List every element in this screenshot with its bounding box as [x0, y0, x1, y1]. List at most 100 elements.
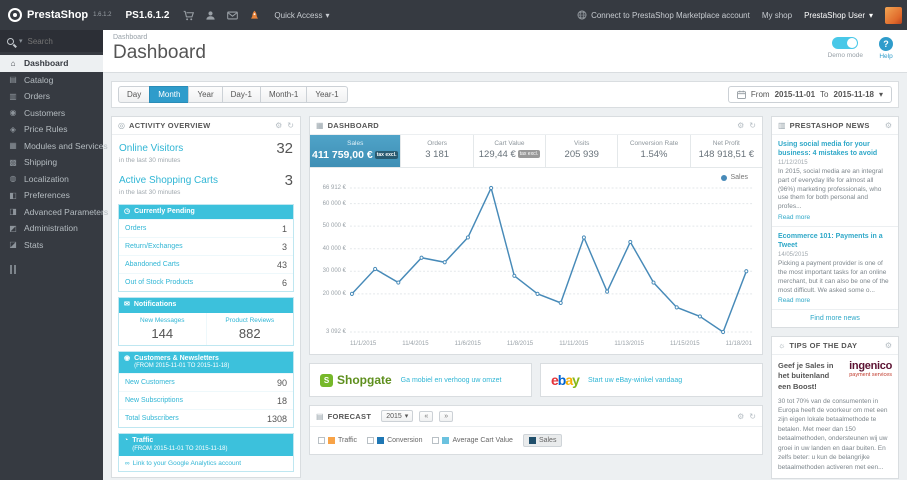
filter-month-1-button[interactable]: Month-1 — [259, 86, 308, 103]
kpi-cart-value[interactable]: Cart Value 129,44 € tax excl. — [474, 135, 547, 167]
ingenico-logo[interactable]: ingenico payment services — [849, 361, 892, 391]
sidebar-item-shipping[interactable]: ▩ Shipping — [0, 154, 103, 171]
online-visitors-link[interactable]: Online Visitors — [119, 143, 183, 154]
filter-year-button[interactable]: Year — [188, 86, 223, 103]
new-messages-label: New Messages — [140, 316, 185, 324]
forecast-legend-traffic[interactable]: Traffic — [318, 437, 357, 444]
rocket-icon[interactable] — [249, 10, 260, 21]
news-panel-title: PRESTASHOP NEWS — [789, 121, 870, 130]
shopgate-promo[interactable]: S Shopgate Ga mobiel en verhoog uw omzet — [309, 363, 532, 397]
google-analytics-link[interactable]: ∞ Link to your Google Analytics account — [119, 456, 293, 471]
activity-panel-title: ACTIVITY OVERVIEW — [128, 121, 211, 130]
to-date: 2015-11-18 — [833, 90, 874, 99]
demo-mode-toggle[interactable]: Demo mode — [828, 37, 863, 59]
collapse-sidebar-button[interactable] — [10, 265, 103, 274]
checkbox[interactable] — [367, 437, 375, 444]
total-subscribers-link[interactable]: Total Subscribers — [125, 415, 179, 422]
kpi-orders[interactable]: Orders 3 181 — [401, 135, 474, 167]
abandoned-carts-link[interactable]: Abandoned Carts — [125, 261, 179, 268]
filter-year-1-button[interactable]: Year-1 — [306, 86, 348, 103]
sidebar-item-advanced-parameters[interactable]: ◨ Advanced Parameters — [0, 204, 108, 221]
gear-icon[interactable]: ⚙ — [885, 121, 892, 130]
new-messages-cell[interactable]: New Messages 144 — [119, 313, 206, 345]
new-subscriptions-link[interactable]: New Subscriptions — [125, 397, 183, 404]
total-subscribers-value: 1308 — [266, 413, 287, 424]
page-title: Dashboard — [113, 42, 206, 63]
returns-link[interactable]: Return/Exchanges — [125, 243, 183, 250]
chart-y-axis: 66 912 € 60 000 € 50 000 € 40 000 € 30 000 €… — [314, 178, 350, 338]
kpi-sales[interactable]: Sales 411 759,00 € tax excl. — [310, 135, 402, 167]
ebay-promo[interactable]: ebay Start uw eBay-winkel vandaag — [540, 363, 763, 397]
ebay-link[interactable]: Start uw eBay-winkel vandaag — [588, 377, 682, 384]
administration-icon: ◩ — [9, 223, 17, 233]
refresh-icon[interactable]: ↻ — [749, 121, 756, 130]
user-label: PrestaShop User — [804, 10, 865, 20]
toggle-switch[interactable] — [832, 37, 859, 49]
kpi-net-profit[interactable]: Net Profit 148 918,51 € — [691, 135, 762, 167]
kpi-visits[interactable]: Visits 205 939 — [546, 135, 619, 167]
my-shop-link[interactable]: My shop — [762, 11, 792, 20]
news-article: Using social media for your business: 4 … — [772, 135, 898, 228]
shopgate-link[interactable]: Ga mobiel en verhoog uw omzet — [401, 377, 502, 384]
article-title-link[interactable]: Ecommerce 101: Payments in a Tweet — [778, 232, 892, 250]
product-reviews-cell[interactable]: Product Reviews 882 — [205, 312, 294, 345]
sidebar-item-price-rules[interactable]: ◈ Price Rules — [0, 121, 103, 138]
news-article: Ecommerce 101: Payments in a Tweet 14/05… — [772, 227, 898, 311]
pending-orders-link[interactable]: Orders — [125, 225, 146, 232]
sidebar-item-label: Advanced Parameters — [24, 206, 109, 217]
forecast-legend-conversion[interactable]: Conversion — [367, 437, 422, 444]
sidebar-item-dashboard[interactable]: ⌂ Dashboard — [0, 55, 103, 72]
sales-chart: 66 912 € 60 000 € 50 000 € 40 000 € 30 000 €… — [310, 168, 762, 338]
sidebar-item-preferences[interactable]: ◧ Preferences — [0, 187, 103, 204]
date-range-picker[interactable]: From 2015-11-01 To 2015-11-18 ▾ — [727, 86, 892, 103]
sidebar-item-stats[interactable]: ◪ Stats — [0, 237, 103, 254]
filter-day-button[interactable]: Day — [118, 86, 151, 103]
sidebar-item-modules[interactable]: ▦ Modules and Services — [0, 138, 107, 155]
checkbox[interactable] — [318, 437, 325, 444]
shop-name[interactable]: PS1.6.1.2 — [126, 10, 170, 21]
marketplace-link[interactable]: Connect to PrestaShop Marketplace accoun… — [577, 10, 750, 20]
refresh-icon[interactable]: ↻ — [749, 412, 756, 421]
filter-month-button[interactable]: Month — [149, 86, 190, 103]
user-menu[interactable]: PrestaShop User ▾ — [804, 11, 873, 20]
search-scope-caret-icon[interactable]: ▾ — [19, 37, 23, 45]
help-button[interactable]: ? Help — [879, 37, 893, 60]
gear-icon[interactable]: ⚙ — [737, 412, 744, 421]
avatar[interactable] — [885, 6, 902, 24]
sidebar-item-label: Price Rules — [24, 124, 68, 135]
article-title-link[interactable]: Using social media for your business: 4 … — [778, 140, 892, 158]
new-customers-link[interactable]: New Customers — [125, 379, 175, 386]
dashboard-panel: ▦ DASHBOARD ⚙ ↻ Sales 411 759,00 € tax ex… — [309, 116, 763, 355]
search-input[interactable] — [27, 36, 86, 46]
forecast-year-select[interactable]: 2015 ▾ — [381, 410, 414, 422]
messages-icon[interactable] — [227, 10, 239, 21]
gear-icon[interactable]: ⚙ — [275, 121, 282, 130]
gear-icon[interactable]: ⚙ — [885, 341, 892, 350]
customers-icon[interactable] — [205, 10, 216, 21]
filter-day-1-button[interactable]: Day-1 — [221, 86, 261, 103]
checkbox[interactable] — [432, 437, 440, 444]
kpi-conversion-rate[interactable]: Conversion Rate 1.54% — [618, 135, 691, 167]
refresh-icon[interactable]: ↻ — [287, 121, 294, 130]
read-more-link[interactable]: Read more — [778, 297, 892, 304]
sidebar-item-orders[interactable]: ▥ Orders — [0, 88, 103, 105]
forecast-prev-button[interactable]: « — [419, 410, 434, 422]
forecast-next-button[interactable]: » — [439, 410, 454, 422]
sidebar-item-administration[interactable]: ◩ Administration — [0, 220, 103, 237]
quick-access-label: Quick Access — [274, 10, 323, 20]
sidebar-item-localization[interactable]: ◍ Localization — [0, 171, 103, 188]
out-of-stock-link[interactable]: Out of Stock Products — [125, 279, 193, 286]
quick-access-menu[interactable]: Quick Access ▾ — [274, 11, 329, 20]
sidebar-item-catalog[interactable]: ▤ Catalog — [0, 72, 103, 89]
gear-icon[interactable]: ⚙ — [737, 121, 744, 130]
prestashop-logo[interactable]: PrestaShop 1.6.1.2 — [0, 8, 122, 22]
find-more-news-link[interactable]: Find more news — [772, 310, 898, 327]
sidebar-item-customers[interactable]: ◉ Customers — [0, 105, 103, 122]
forecast-legend-average-cart-value[interactable]: Average Cart Value — [432, 437, 513, 444]
active-carts-link[interactable]: Active Shopping Carts — [119, 175, 218, 186]
forecast-legend-sales[interactable]: Sales — [522, 434, 563, 447]
list-item: New Customers 90 — [119, 373, 293, 391]
to-label: To — [820, 90, 829, 99]
read-more-link[interactable]: Read more — [778, 214, 892, 221]
cart-icon[interactable] — [183, 10, 195, 21]
